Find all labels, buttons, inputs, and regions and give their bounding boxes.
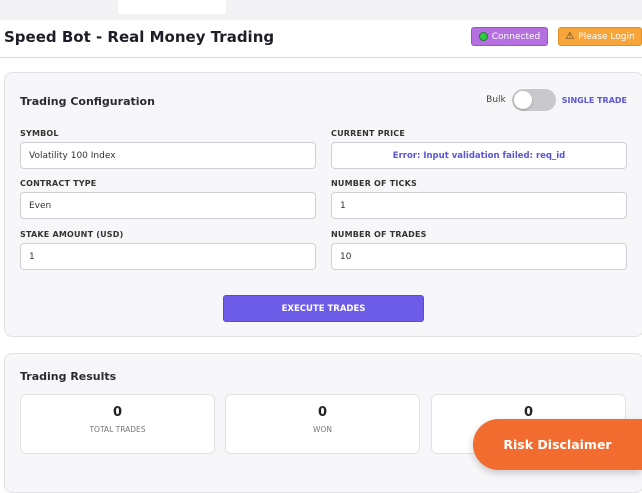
trading-configuration-card: Trading Configuration Bulk SINGLE TRADE … <box>4 72 642 337</box>
connected-label: Connected <box>491 31 541 42</box>
stake-amount-input[interactable]: 1 <box>20 243 316 270</box>
contract-type-label: CONTRACT TYPE <box>20 179 97 188</box>
stat-won: 0 WON <box>225 394 420 454</box>
contract-type-input[interactable]: Even <box>20 192 316 219</box>
current-price-label: CURRENT PRICE <box>331 129 406 138</box>
please-login-button[interactable]: ⚠ Please Login <box>558 27 642 46</box>
active-tab[interactable] <box>118 0 226 14</box>
browser-top-strip <box>0 0 642 20</box>
bulk-label: Bulk <box>486 95 506 105</box>
risk-disclaimer-button[interactable]: Risk Disclaimer <box>473 419 642 470</box>
page-title: Speed Bot - Real Money Trading <box>4 28 275 46</box>
number-of-trades-label: NUMBER OF TRADES <box>331 230 427 239</box>
stat-total-trades: 0 TOTAL TRADES <box>20 394 215 454</box>
connected-dot-icon <box>478 32 488 41</box>
bulk-mode-toggle[interactable] <box>511 89 556 111</box>
mode-toggle-group: Bulk SINGLE TRADE <box>486 89 627 111</box>
config-title: Trading Configuration <box>20 95 155 108</box>
stat-label: TOTAL TRADES <box>89 425 146 434</box>
symbol-input[interactable]: Volatility 100 Index <box>20 142 316 169</box>
stat-label: WON <box>313 425 332 434</box>
symbol-label: SYMBOL <box>20 129 59 138</box>
warning-icon: ⚠ <box>565 31 575 42</box>
stat-value: 0 <box>523 405 534 420</box>
current-price-display: Error: Input validation failed: req_id <box>331 142 627 169</box>
stake-amount-label: STAKE AMOUNT (USD) <box>20 230 124 239</box>
execute-trades-button[interactable]: EXECUTE TRADES <box>223 295 424 322</box>
connected-status-button[interactable]: Connected <box>471 27 548 46</box>
single-trade-label: SINGLE TRADE <box>561 95 627 105</box>
stat-value: 0 <box>317 405 328 420</box>
number-of-ticks-label: NUMBER OF TICKS <box>331 179 417 188</box>
login-label: Please Login <box>578 31 635 42</box>
app-header: Speed Bot - Real Money Trading Connected… <box>0 20 642 58</box>
number-of-trades-input[interactable]: 10 <box>331 243 627 270</box>
number-of-ticks-input[interactable]: 1 <box>331 192 627 219</box>
stat-value: 0 <box>112 405 123 420</box>
toggle-knob <box>513 91 532 109</box>
results-title: Trading Results <box>20 370 117 383</box>
